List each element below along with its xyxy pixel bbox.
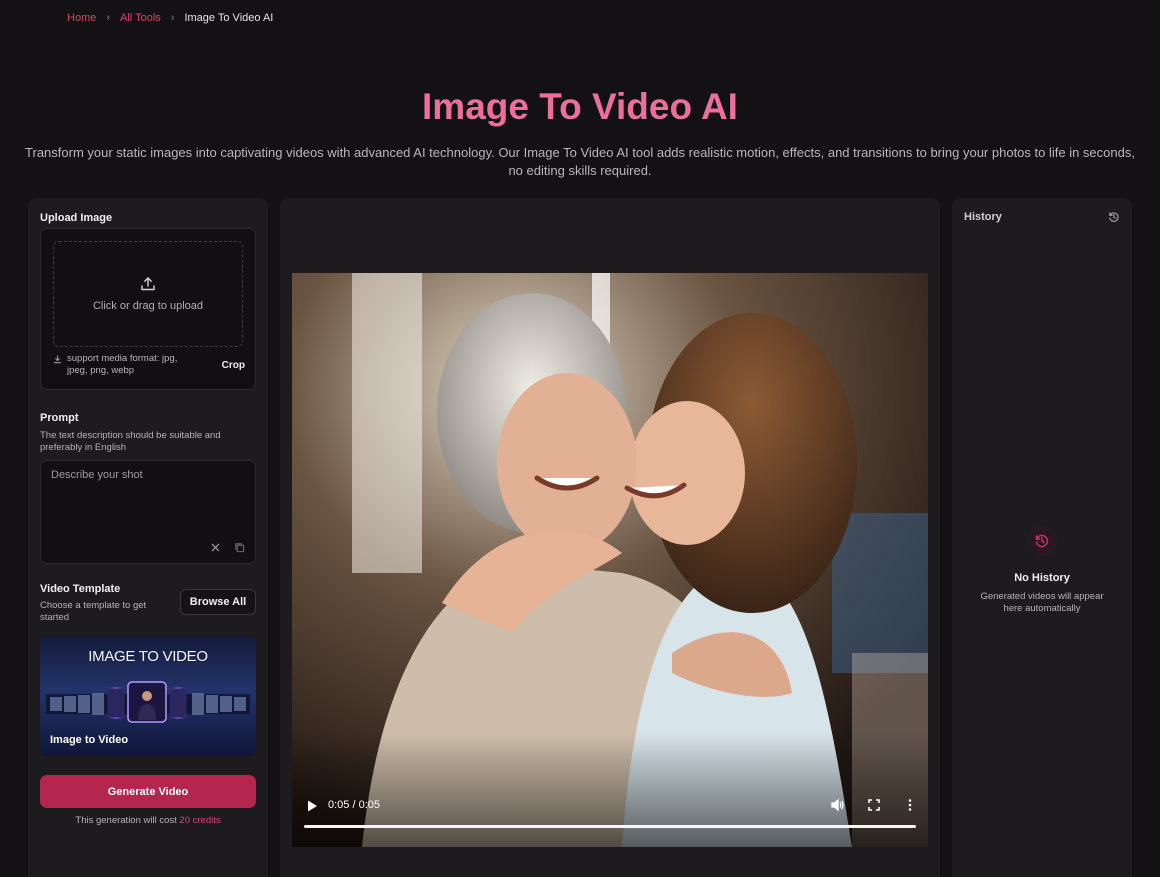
browse-all-button[interactable]: Browse All (180, 589, 256, 615)
download-icon (53, 355, 62, 364)
prompt-box (40, 460, 256, 564)
history-panel: History No History Generated videos will… (952, 198, 1132, 877)
upload-image-title: Upload Image (40, 212, 113, 224)
clear-icon[interactable] (211, 543, 220, 552)
breadcrumb: Home › All Tools › Image To Video AI (67, 12, 273, 24)
breadcrumb-home[interactable]: Home (67, 12, 96, 24)
play-icon[interactable] (306, 799, 318, 813)
breadcrumb-current: Image To Video AI (184, 12, 274, 24)
template-card-title: IMAGE TO VIDEO (88, 648, 208, 665)
generate-video-button[interactable]: Generate Video (40, 775, 256, 808)
video-controls: 0:05 / 0:05 (292, 791, 928, 847)
history-icon[interactable] (1108, 211, 1120, 223)
upload-dropzone-label: Click or drag to upload (92, 300, 204, 312)
prompt-hint: The text description should be suitable … (40, 430, 221, 453)
upload-box: Click or drag to upload support media fo… (40, 228, 256, 390)
copy-icon[interactable] (234, 542, 245, 553)
video-template-title: Video Template (40, 583, 121, 595)
volume-icon[interactable] (830, 798, 844, 812)
generator-panel: Upload Image Click or drag to upload sup… (28, 198, 268, 877)
video-template-hint: Choose a template to get started (40, 600, 147, 623)
page-title: Image To Video AI (422, 86, 738, 127)
history-title: History (964, 211, 1002, 223)
crop-button[interactable]: Crop (222, 360, 245, 371)
cost-note-prefix: This generation will cost (75, 815, 177, 826)
empty-history-hint: Generated videos will appear here automa… (980, 591, 1104, 614)
chevron-right-icon: › (170, 12, 175, 24)
cost-credits: 20 credits (179, 815, 221, 826)
video-time: 0:05 / 0:05 (328, 799, 380, 811)
video-frame-image (292, 273, 928, 847)
empty-history-icon (1027, 526, 1057, 556)
chevron-right-icon: › (106, 12, 111, 24)
cost-note: This generation will cost 20 credits (28, 815, 268, 826)
preview-panel: 0:05 / 0:05 (280, 198, 940, 877)
empty-history-title: No History (1014, 572, 1070, 584)
format-hint: support media format: jpg, jpeg, png, we… (67, 353, 178, 376)
template-card[interactable]: IMAGE TO VIDEO Image to Video (40, 636, 256, 756)
fullscreen-icon[interactable] (867, 798, 881, 812)
template-card-label: Image to Video (50, 734, 129, 746)
film-strip-image (46, 681, 250, 723)
upload-dropzone[interactable]: Click or drag to upload (53, 241, 243, 347)
more-vert-icon[interactable] (903, 798, 917, 812)
video-progress-bar[interactable] (304, 825, 916, 828)
breadcrumb-all-tools[interactable]: All Tools (120, 12, 161, 24)
prompt-tools (211, 542, 245, 553)
page-subtitle: Transform your static images into captiv… (25, 145, 1135, 178)
upload-icon (141, 277, 155, 291)
video-player[interactable]: 0:05 / 0:05 (292, 273, 928, 847)
prompt-title: Prompt (40, 412, 79, 424)
